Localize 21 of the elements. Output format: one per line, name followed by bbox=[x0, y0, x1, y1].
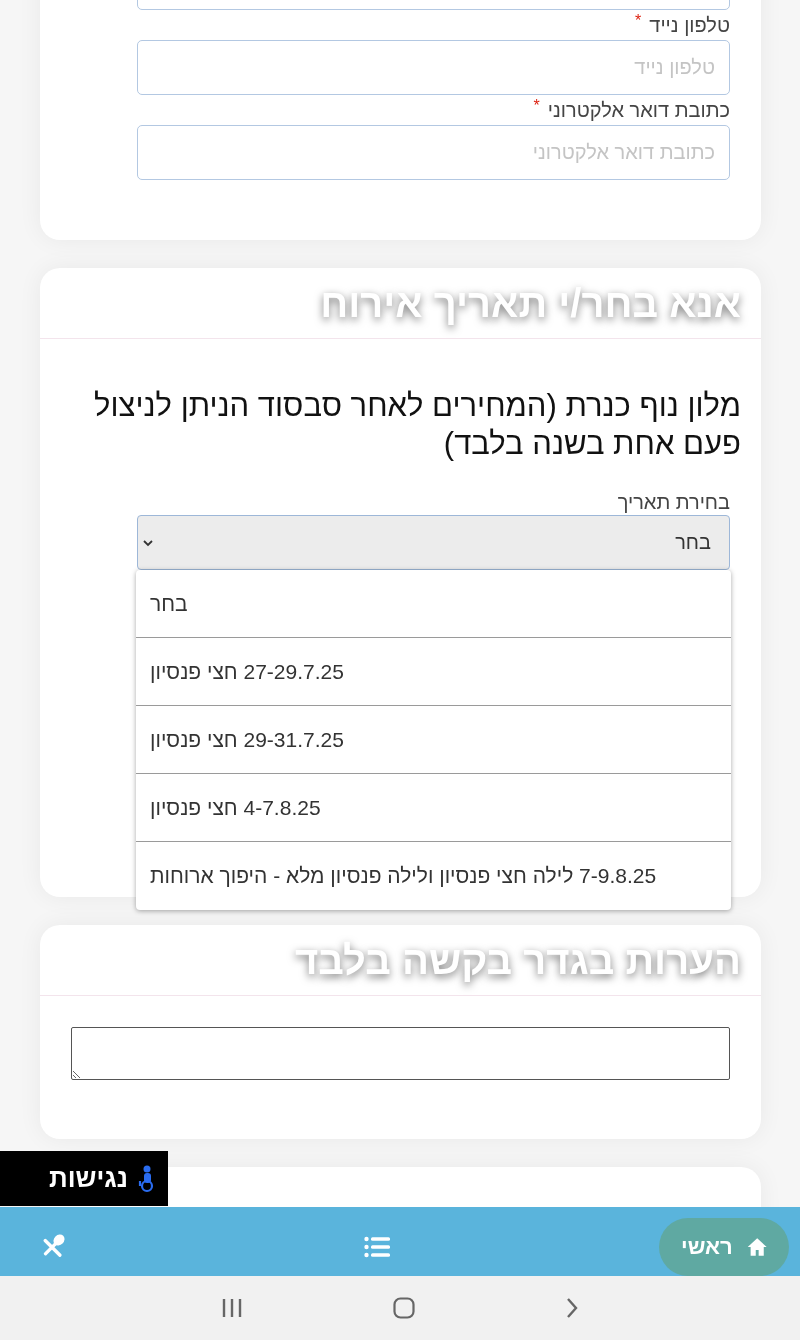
field-label: טלפון נייד bbox=[649, 13, 730, 37]
field-label: כתובת דואר אלקטרוני bbox=[547, 98, 730, 122]
back-icon[interactable] bbox=[565, 1297, 579, 1319]
input-field[interactable]: טלפון נייד bbox=[137, 40, 730, 95]
dropdown-option[interactable]: בחר bbox=[136, 570, 731, 638]
hotel-note: מלון נוף כנרת (המחירים לאחר סבסוד הניתן לניצול פעם אחת בשנה בלבד) bbox=[93, 387, 741, 463]
menu-icon bbox=[364, 1235, 390, 1258]
notes-textarea[interactable] bbox=[71, 1027, 730, 1080]
dropdown-option[interactable]: 29-31.7.25 חצי פנסיון bbox=[136, 706, 731, 774]
required-mark: * bbox=[635, 12, 642, 30]
field-label: בחירת תאריך bbox=[617, 490, 730, 514]
input-field[interactable]: כתובת דואר אלקטרוני bbox=[137, 125, 730, 180]
wheelchair-icon bbox=[136, 1164, 156, 1193]
dropdown-option[interactable]: 7-9.8.25 לילה חצי פנסיון ולילה פנסיון מלא - היפוך ארוחות bbox=[136, 842, 731, 910]
accessibility-button[interactable]: נגישות bbox=[0, 1151, 168, 1206]
date-select[interactable]: בחר bbox=[137, 515, 730, 570]
chevron-icon bbox=[142, 538, 154, 547]
dropdown-option[interactable]: 27-29.7.25 חצי פנסיון bbox=[136, 638, 731, 706]
recent-apps-icon[interactable] bbox=[221, 1298, 243, 1318]
required-mark: * bbox=[533, 97, 540, 115]
dropdown-option[interactable]: 4-7.8.25 חצי פנסיון bbox=[136, 774, 731, 842]
